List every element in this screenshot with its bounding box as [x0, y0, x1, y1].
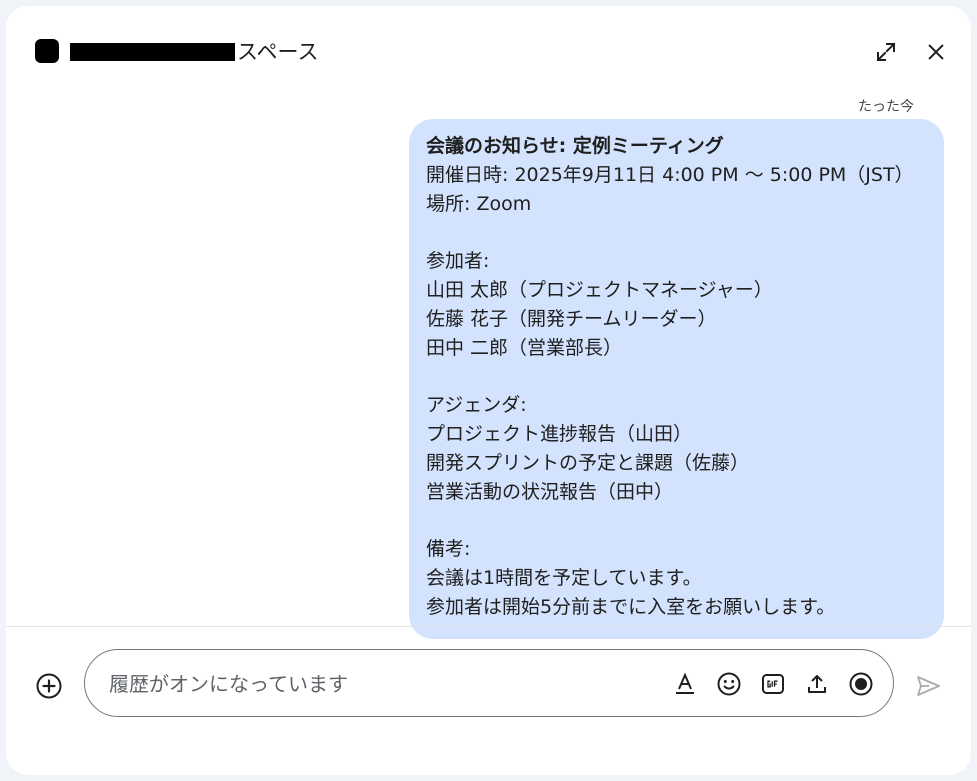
upload-icon — [808, 675, 826, 693]
expand-button[interactable] — [870, 36, 902, 68]
record-icon — [849, 672, 873, 696]
composer-divider — [6, 626, 971, 627]
emoji-icon — [717, 672, 741, 696]
message-line: 開催日時: 2025年9月11日 4:00 PM 〜 5:00 PM（JST） — [426, 164, 914, 186]
message-line: プロジェクト進捗報告（山田） — [426, 423, 693, 446]
message-line: 田中 二郎（営業部長） — [426, 336, 623, 359]
chat-header: スペース — [6, 6, 971, 98]
message-line: 山田 太郎（プロジェクトマネージャー） — [426, 279, 773, 302]
space-avatar — [35, 39, 59, 63]
add-button[interactable] — [34, 671, 64, 701]
emoji-button[interactable] — [714, 669, 744, 699]
message-input[interactable] — [107, 668, 651, 700]
gif-button[interactable] — [758, 669, 788, 699]
text-format-icon — [676, 672, 694, 694]
message-line: 参加者: — [426, 250, 490, 273]
chat-panel: スペース たった今 会議のお知らせ: 定例ミーティング 開催日時: 2025年9… — [6, 6, 971, 775]
send-button[interactable] — [912, 670, 944, 702]
message-line: 開発スプリントの予定と課題（佐藤） — [426, 451, 750, 474]
send-icon — [917, 676, 940, 696]
message-line: 会議は1時間を予定しています。 — [426, 567, 702, 590]
upload-button[interactable] — [802, 669, 832, 699]
message-line: アジェンダ: — [426, 394, 527, 417]
text-format-button[interactable] — [670, 669, 700, 699]
message-line: 営業活動の状況報告（田中） — [426, 480, 674, 503]
message-title: 会議のお知らせ: 定例ミーティング — [426, 135, 724, 157]
close-button[interactable] — [920, 36, 952, 68]
message-line: 場所: Zoom — [426, 192, 532, 215]
message-line: 佐藤 花子（開発チームリーダー） — [426, 307, 717, 330]
message-body: 開催日時: 2025年9月11日 4:00 PM 〜 5:00 PM（JST） … — [426, 161, 928, 622]
expand-icon — [876, 42, 896, 62]
message-bubble: 会議のお知らせ: 定例ミーティング 開催日時: 2025年9月11日 4:00 … — [409, 119, 944, 639]
close-icon — [928, 44, 944, 60]
gif-icon — [762, 674, 784, 694]
message-composer — [84, 649, 894, 717]
space-name-redacted — [70, 43, 235, 61]
message-timestamp: たった今 — [858, 99, 914, 115]
add-circle-icon — [36, 673, 62, 699]
message-line: 備考: — [426, 538, 471, 561]
space-title-suffix: スペース — [237, 40, 319, 64]
record-button[interactable] — [846, 669, 876, 699]
message-line: 参加者は開始5分前までに入室をお願いします。 — [426, 595, 836, 618]
